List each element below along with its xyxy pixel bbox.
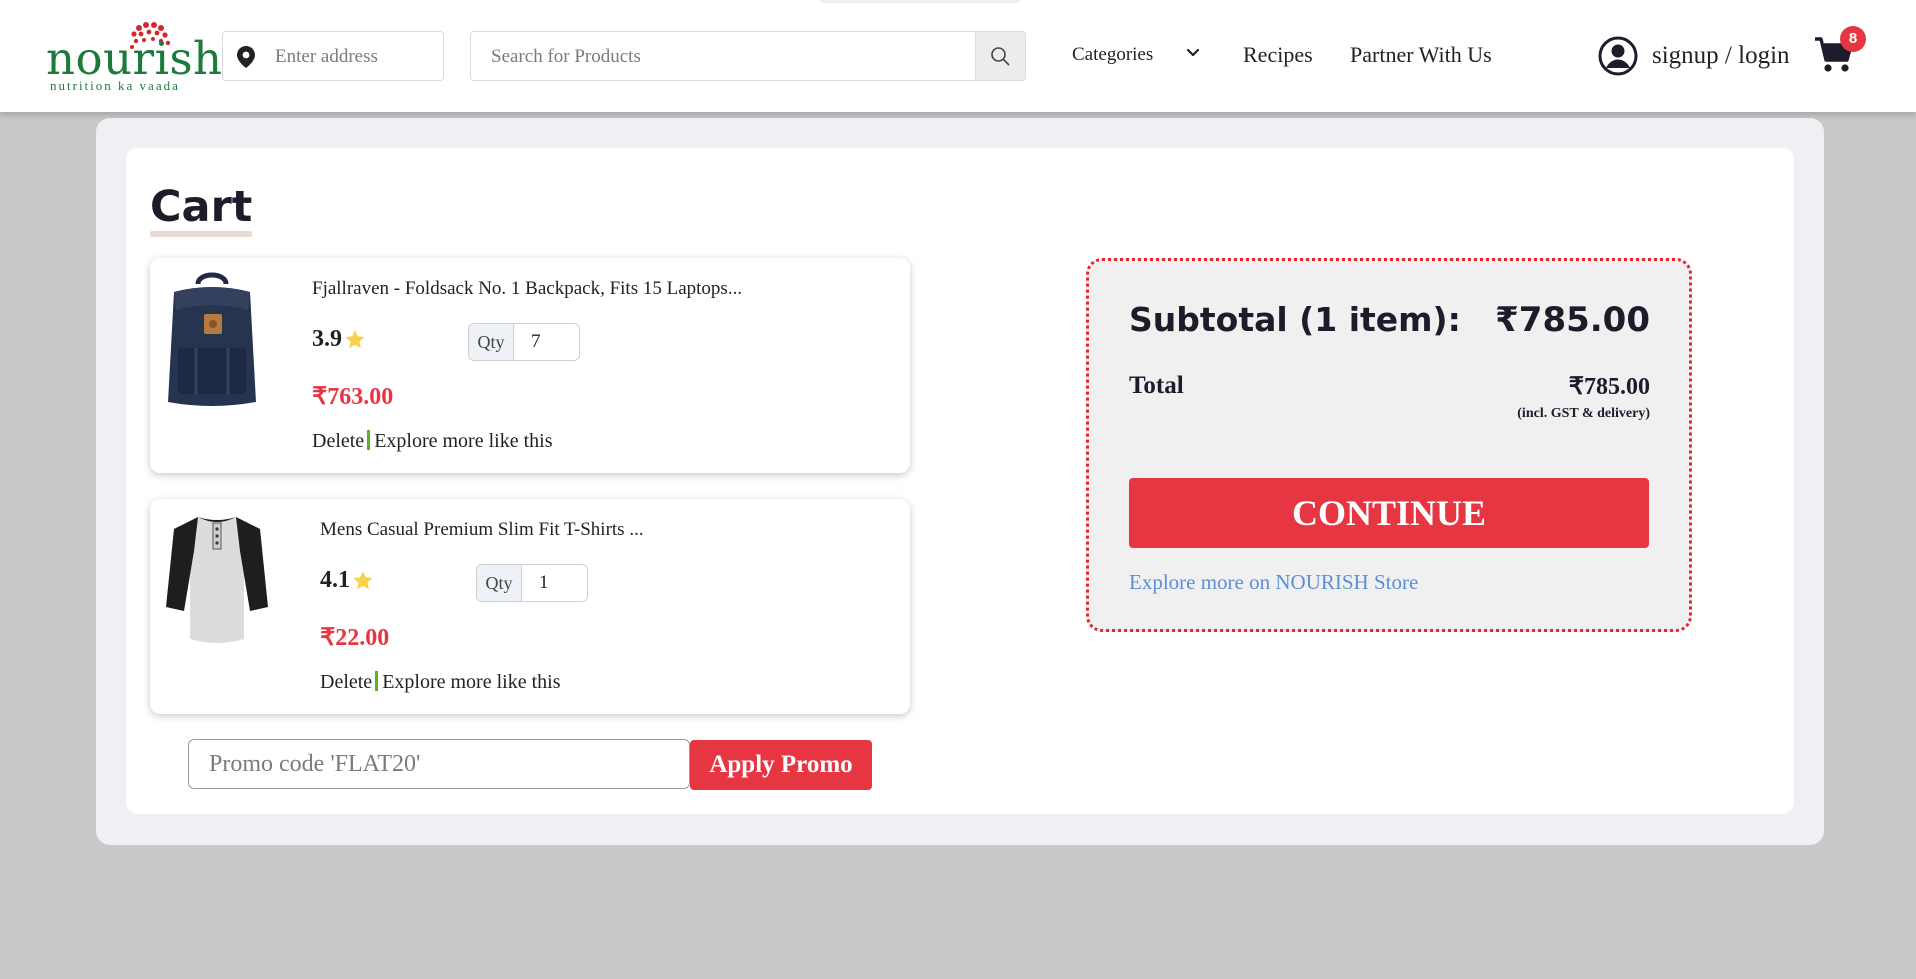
total-label: Total [1129,372,1184,399]
logo-wordmark: nourish [46,32,223,85]
promo-code-input[interactable] [188,739,690,789]
action-separator [375,671,379,691]
item-name[interactable]: Fjallraven - Foldsack No. 1 Backpack, Fi… [312,278,742,300]
item-rating: 3.9 [312,326,342,352]
continue-button[interactable]: CONTINUE [1129,478,1649,548]
qty-label: Qty [477,565,522,601]
signup-login-link[interactable]: signup / login [1652,42,1790,70]
total-note: (incl. GST & delivery) [1517,406,1650,421]
explore-similar-link[interactable]: Explore more like this [382,671,560,693]
product-search[interactable] [470,31,1026,81]
address-input[interactable] [273,44,437,70]
location-pin-icon [237,46,255,68]
top-navbar: nourish nutrition ka vaada Categories Re… [0,0,1916,112]
search-button[interactable] [975,32,1025,80]
explore-similar-link[interactable]: Explore more like this [374,430,552,452]
toast-edge [820,0,1020,3]
item-price: ₹22.00 [320,625,390,651]
item-rating: 4.1 [320,567,350,593]
quantity-selector[interactable]: Qty [476,564,588,602]
item-actions: Delete Explore more like this [312,430,552,453]
cart-item: Fjallraven - Foldsack No. 1 Backpack, Fi… [150,258,910,473]
item-actions: Delete Explore more like this [320,671,560,694]
qty-label: Qty [469,324,514,360]
user-account-icon[interactable] [1598,36,1638,76]
tshirt-product-image[interactable] [164,511,270,651]
action-separator [367,430,371,450]
item-name[interactable]: Mens Casual Premium Slim Fit T-Shirts ..… [320,519,644,541]
categories-dropdown[interactable]: Categories [1072,44,1153,66]
delete-item-link[interactable]: Delete [320,671,372,693]
cart-count-badge: 8 [1840,26,1866,52]
page-title: Cart [150,182,253,232]
search-input[interactable] [489,44,953,70]
chevron-down-icon[interactable] [1186,48,1200,58]
nav-recipes-link[interactable]: Recipes [1243,42,1313,68]
delete-item-link[interactable]: Delete [312,430,364,452]
explore-store-link[interactable]: Explore more on NOURISH Store [1129,570,1418,595]
subtotal-label: Subtotal (1 item): [1129,300,1461,339]
qty-input[interactable] [515,324,575,360]
nourish-logo[interactable]: nourish nutrition ka vaada [46,22,222,93]
title-underline [150,231,252,237]
star-icon [353,571,373,590]
subtotal-value: ₹785.00 [1495,300,1650,340]
total-value: ₹785.00 [1568,374,1650,400]
cart-item: Mens Casual Premium Slim Fit T-Shirts ..… [150,499,910,714]
search-icon [991,47,1010,66]
address-field[interactable] [222,31,444,81]
apply-promo-button[interactable]: Apply Promo [690,740,872,790]
backpack-product-image[interactable] [164,270,260,410]
nav-partner-link[interactable]: Partner With Us [1350,42,1492,68]
item-price: ₹763.00 [312,384,394,410]
qty-input[interactable] [523,565,583,601]
logo-tagline: nutrition ka vaada [50,78,180,93]
star-icon [345,330,365,349]
quantity-selector[interactable]: Qty [468,323,580,361]
